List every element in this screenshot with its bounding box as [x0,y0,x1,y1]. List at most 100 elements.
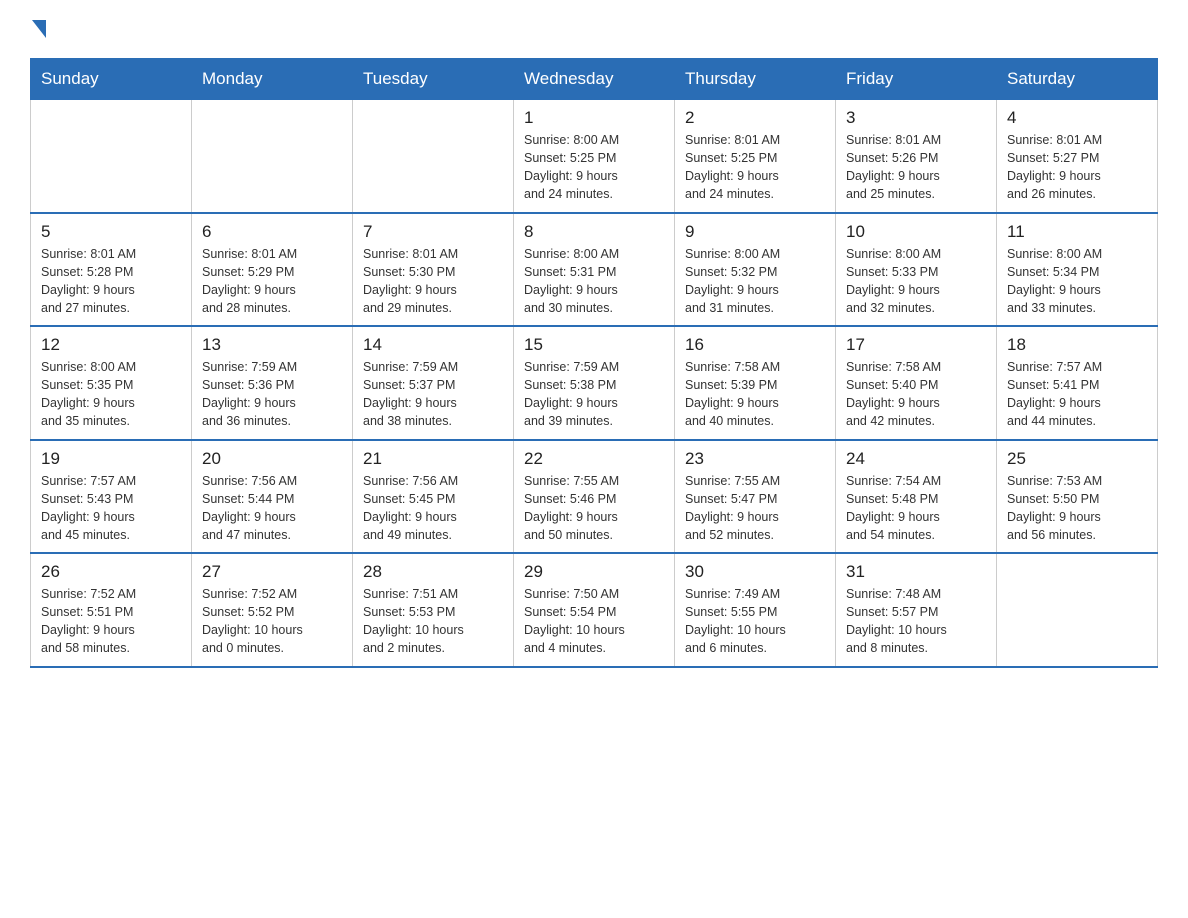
day-number: 14 [363,335,503,355]
day-number: 9 [685,222,825,242]
day-number: 29 [524,562,664,582]
page-header [30,20,1158,40]
day-info: Sunrise: 7:48 AMSunset: 5:57 PMDaylight:… [846,585,986,658]
day-number: 16 [685,335,825,355]
day-number: 6 [202,222,342,242]
day-number: 12 [41,335,181,355]
day-info: Sunrise: 7:55 AMSunset: 5:47 PMDaylight:… [685,472,825,545]
week-row-2: 12 Sunrise: 8:00 AMSunset: 5:35 PMDayligh… [31,326,1158,440]
col-header-thursday: Thursday [675,59,836,100]
day-number: 10 [846,222,986,242]
week-row-1: 5 Sunrise: 8:01 AMSunset: 5:28 PMDaylight… [31,213,1158,327]
day-info: Sunrise: 8:01 AMSunset: 5:29 PMDaylight:… [202,245,342,318]
calendar-table: SundayMondayTuesdayWednesdayThursdayFrid… [30,58,1158,668]
day-info: Sunrise: 8:00 AMSunset: 5:35 PMDaylight:… [41,358,181,431]
calendar-cell: 23Sunrise: 7:55 AMSunset: 5:47 PMDayligh… [675,440,836,554]
calendar-cell: 29Sunrise: 7:50 AMSunset: 5:54 PMDayligh… [514,553,675,667]
day-info: Sunrise: 8:00 AMSunset: 5:31 PMDaylight:… [524,245,664,318]
day-number: 3 [846,108,986,128]
day-number: 5 [41,222,181,242]
calendar-body: 1 Sunrise: 8:00 AMSunset: 5:25 PMDaylight… [31,100,1158,667]
day-number: 11 [1007,222,1147,242]
calendar-cell: 4 Sunrise: 8:01 AMSunset: 5:27 PMDaylight… [997,100,1158,213]
day-info: Sunrise: 7:56 AMSunset: 5:45 PMDaylight:… [363,472,503,545]
day-info: Sunrise: 7:52 AMSunset: 5:51 PMDaylight:… [41,585,181,658]
calendar-cell [31,100,192,213]
day-info: Sunrise: 8:00 AMSunset: 5:33 PMDaylight:… [846,245,986,318]
week-row-4: 26Sunrise: 7:52 AMSunset: 5:51 PMDayligh… [31,553,1158,667]
day-number: 28 [363,562,503,582]
day-number: 13 [202,335,342,355]
day-info: Sunrise: 7:56 AMSunset: 5:44 PMDaylight:… [202,472,342,545]
day-info: Sunrise: 7:55 AMSunset: 5:46 PMDaylight:… [524,472,664,545]
day-number: 21 [363,449,503,469]
calendar-cell: 5 Sunrise: 8:01 AMSunset: 5:28 PMDaylight… [31,213,192,327]
col-header-friday: Friday [836,59,997,100]
calendar-cell: 25 Sunrise: 7:53 AMSunset: 5:50 PMDayligh… [997,440,1158,554]
calendar-cell [997,553,1158,667]
day-info: Sunrise: 7:53 AMSunset: 5:50 PMDaylight:… [1007,472,1147,545]
calendar-cell: 8 Sunrise: 8:00 AMSunset: 5:31 PMDaylight… [514,213,675,327]
day-number: 8 [524,222,664,242]
calendar-cell: 26Sunrise: 7:52 AMSunset: 5:51 PMDayligh… [31,553,192,667]
day-number: 25 [1007,449,1147,469]
calendar-cell: 11 Sunrise: 8:00 AMSunset: 5:34 PMDayligh… [997,213,1158,327]
day-number: 27 [202,562,342,582]
day-info: Sunrise: 7:49 AMSunset: 5:55 PMDaylight:… [685,585,825,658]
day-number: 15 [524,335,664,355]
day-info: Sunrise: 8:01 AMSunset: 5:27 PMDaylight:… [1007,131,1147,204]
calendar-cell: 24 Sunrise: 7:54 AMSunset: 5:48 PMDayligh… [836,440,997,554]
days-of-week-row: SundayMondayTuesdayWednesdayThursdayFrid… [31,59,1158,100]
calendar-cell: 27 Sunrise: 7:52 AMSunset: 5:52 PMDayligh… [192,553,353,667]
calendar-cell: 17Sunrise: 7:58 AMSunset: 5:40 PMDayligh… [836,326,997,440]
day-number: 31 [846,562,986,582]
day-number: 19 [41,449,181,469]
day-number: 1 [524,108,664,128]
day-info: Sunrise: 7:52 AMSunset: 5:52 PMDaylight:… [202,585,342,658]
day-info: Sunrise: 8:01 AMSunset: 5:25 PMDaylight:… [685,131,825,204]
calendar-cell: 31 Sunrise: 7:48 AMSunset: 5:57 PMDayligh… [836,553,997,667]
calendar-cell [192,100,353,213]
day-info: Sunrise: 7:54 AMSunset: 5:48 PMDaylight:… [846,472,986,545]
day-info: Sunrise: 7:58 AMSunset: 5:40 PMDaylight:… [846,358,986,431]
calendar-cell: 10 Sunrise: 8:00 AMSunset: 5:33 PMDayligh… [836,213,997,327]
col-header-monday: Monday [192,59,353,100]
calendar-cell: 19Sunrise: 7:57 AMSunset: 5:43 PMDayligh… [31,440,192,554]
calendar-cell: 20 Sunrise: 7:56 AMSunset: 5:44 PMDayligh… [192,440,353,554]
calendar-cell: 22 Sunrise: 7:55 AMSunset: 5:46 PMDayligh… [514,440,675,554]
day-info: Sunrise: 8:00 AMSunset: 5:34 PMDaylight:… [1007,245,1147,318]
day-info: Sunrise: 8:01 AMSunset: 5:26 PMDaylight:… [846,131,986,204]
calendar-cell: 3 Sunrise: 8:01 AMSunset: 5:26 PMDaylight… [836,100,997,213]
calendar-cell: 14Sunrise: 7:59 AMSunset: 5:37 PMDayligh… [353,326,514,440]
day-info: Sunrise: 7:59 AMSunset: 5:36 PMDaylight:… [202,358,342,431]
calendar-header: SundayMondayTuesdayWednesdayThursdayFrid… [31,59,1158,100]
col-header-sunday: Sunday [31,59,192,100]
calendar-cell: 15Sunrise: 7:59 AMSunset: 5:38 PMDayligh… [514,326,675,440]
logo [30,20,46,40]
week-row-3: 19Sunrise: 7:57 AMSunset: 5:43 PMDayligh… [31,440,1158,554]
day-number: 24 [846,449,986,469]
calendar-cell: 6 Sunrise: 8:01 AMSunset: 5:29 PMDaylight… [192,213,353,327]
calendar-cell: 30 Sunrise: 7:49 AMSunset: 5:55 PMDayligh… [675,553,836,667]
day-info: Sunrise: 8:00 AMSunset: 5:25 PMDaylight:… [524,131,664,204]
day-number: 22 [524,449,664,469]
day-info: Sunrise: 8:01 AMSunset: 5:30 PMDaylight:… [363,245,503,318]
calendar-cell: 28Sunrise: 7:51 AMSunset: 5:53 PMDayligh… [353,553,514,667]
day-info: Sunrise: 8:00 AMSunset: 5:32 PMDaylight:… [685,245,825,318]
day-info: Sunrise: 7:57 AMSunset: 5:41 PMDaylight:… [1007,358,1147,431]
day-number: 20 [202,449,342,469]
calendar-cell: 12 Sunrise: 8:00 AMSunset: 5:35 PMDayligh… [31,326,192,440]
col-header-tuesday: Tuesday [353,59,514,100]
calendar-cell [353,100,514,213]
logo-arrow-icon [32,20,46,38]
calendar-cell: 2 Sunrise: 8:01 AMSunset: 5:25 PMDaylight… [675,100,836,213]
day-info: Sunrise: 8:01 AMSunset: 5:28 PMDaylight:… [41,245,181,318]
calendar-cell: 13 Sunrise: 7:59 AMSunset: 5:36 PMDayligh… [192,326,353,440]
col-header-wednesday: Wednesday [514,59,675,100]
day-number: 4 [1007,108,1147,128]
day-number: 2 [685,108,825,128]
day-number: 18 [1007,335,1147,355]
calendar-cell: 21 Sunrise: 7:56 AMSunset: 5:45 PMDayligh… [353,440,514,554]
calendar-cell: 16Sunrise: 7:58 AMSunset: 5:39 PMDayligh… [675,326,836,440]
day-number: 30 [685,562,825,582]
